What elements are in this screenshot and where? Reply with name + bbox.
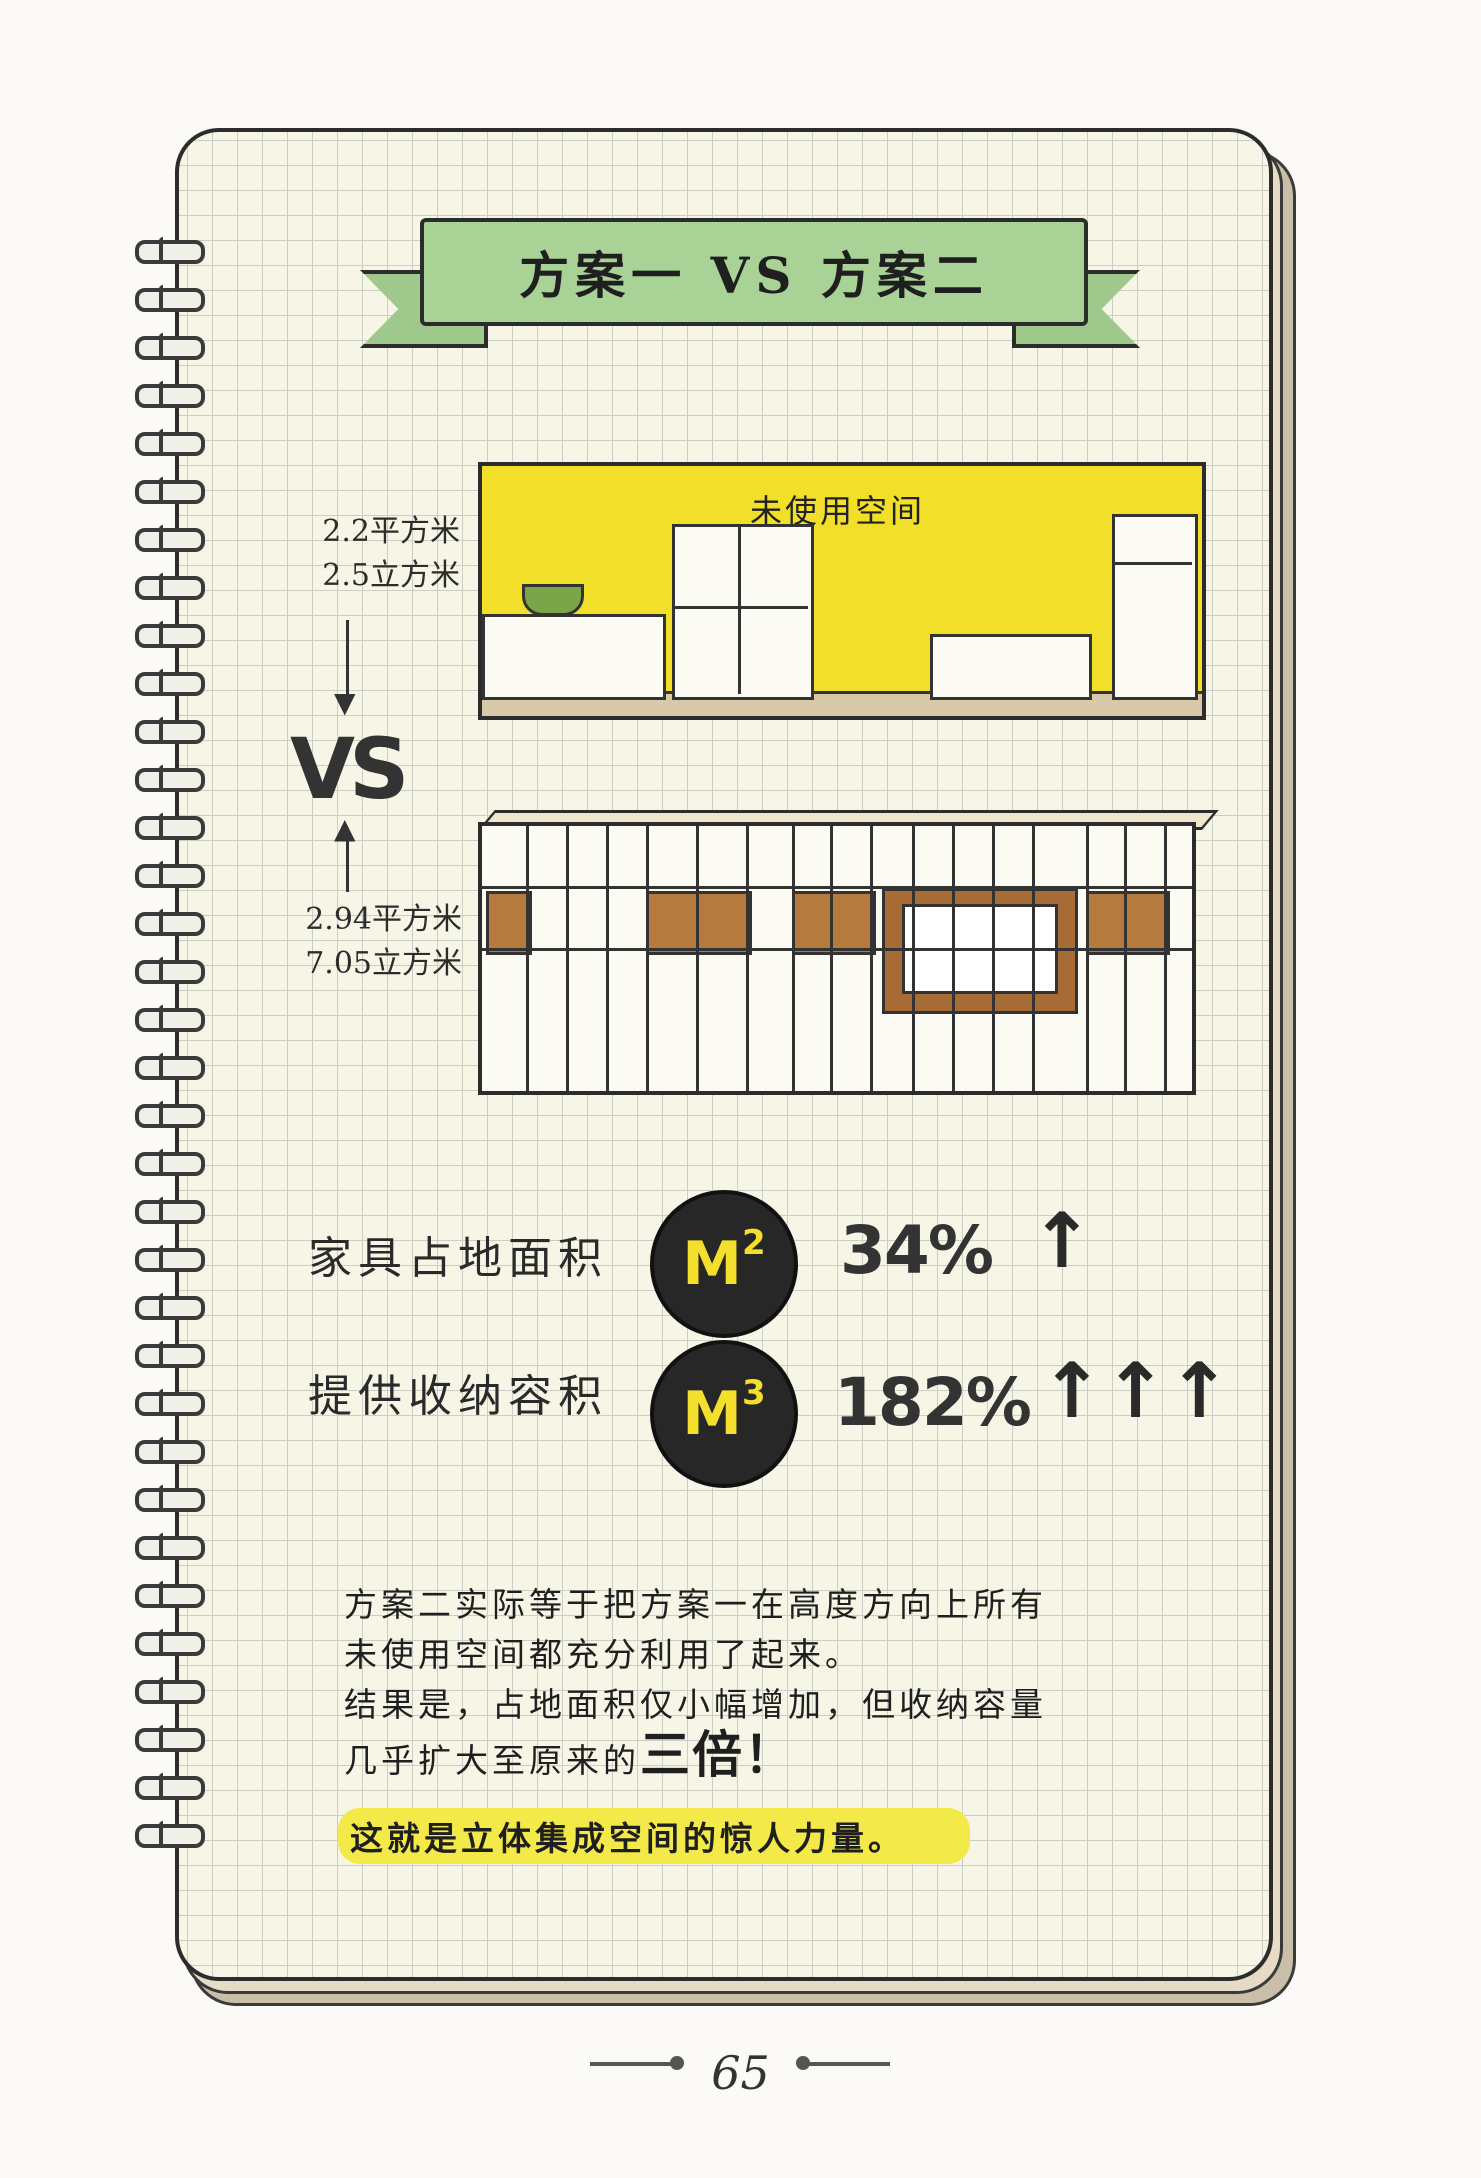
open-shelf-3 xyxy=(792,891,876,955)
banner-ribbon: 方案一 VS 方案二 xyxy=(420,218,1088,326)
cabinet-divider xyxy=(830,826,833,1091)
summary-paragraph: 方案二实际等于把方案一在高度方向上所有 未使用空间都充分利用了起来。 结果是，占… xyxy=(344,1580,1164,1786)
scheme-one-area: 2.2平方米 xyxy=(322,514,460,549)
cabinet-divider xyxy=(992,826,995,1091)
spiral-ring xyxy=(135,1053,205,1080)
spiral-ring xyxy=(135,1197,205,1224)
storage-volume-up-arrows-icon: ↑↑↑ xyxy=(1040,1346,1232,1435)
spiral-binding xyxy=(135,237,215,1880)
summary-line-2: 未使用空间都充分利用了起来。 xyxy=(344,1635,862,1674)
storage-volume-label: 提供收纳容积 xyxy=(308,1371,608,1422)
spiral-ring xyxy=(135,909,205,936)
spiral-ring xyxy=(135,1533,205,1560)
arrow-up-line xyxy=(346,830,349,892)
spiral-ring xyxy=(135,477,205,504)
summary-line-4: 几乎扩大至原来的三倍！ xyxy=(344,1730,1164,1786)
cabinet-divider xyxy=(606,826,609,1091)
spiral-ring xyxy=(135,1773,205,1800)
spiral-ring xyxy=(135,237,205,264)
scheme-two-illustration xyxy=(478,822,1196,1095)
cabinet-divider xyxy=(870,826,873,1091)
plant-pot-icon xyxy=(522,584,584,616)
spiral-ring xyxy=(135,717,205,744)
cabinet-divider xyxy=(912,826,915,1091)
open-shelf-2 xyxy=(646,891,752,955)
badge-cubic-meter: M3 xyxy=(650,1340,798,1488)
cabinet-divider xyxy=(566,826,569,1091)
spiral-ring xyxy=(135,1437,205,1464)
badge-square-meter: M2 xyxy=(650,1190,798,1338)
spiral-ring xyxy=(135,1821,205,1848)
cabinet-divider xyxy=(696,826,699,1091)
highlight-sentence: 这就是立体集成空间的惊人力量。 xyxy=(350,1819,905,1858)
spiral-ring xyxy=(135,1677,205,1704)
ornament-right xyxy=(800,2062,890,2066)
spiral-ring xyxy=(135,1293,205,1320)
spiral-ring xyxy=(135,813,205,840)
vs-label: VS xyxy=(290,720,409,818)
cabinet-divider xyxy=(952,826,955,1091)
spiral-ring xyxy=(135,1581,205,1608)
spiral-ring xyxy=(135,1341,205,1368)
spiral-ring xyxy=(135,1629,205,1656)
cabinet-divider xyxy=(1164,826,1167,1091)
spiral-ring xyxy=(135,1389,205,1416)
spiral-ring xyxy=(135,525,205,552)
hutch-cabinet xyxy=(672,524,814,700)
spiral-ring xyxy=(135,1485,205,1512)
spiral-ring xyxy=(135,1725,205,1752)
spiral-ring xyxy=(135,957,205,984)
cabinet-divider xyxy=(646,826,649,1091)
spiral-ring xyxy=(135,1149,205,1176)
spiral-ring xyxy=(135,333,205,360)
scheme-one-volume: 2.5立方米 xyxy=(322,558,460,593)
cabinet-divider xyxy=(792,826,795,1091)
hutch-divider-v xyxy=(738,524,741,694)
spiral-ring xyxy=(135,429,205,456)
scheme-two-stats: 2.94平方米 7.05立方米 xyxy=(240,898,462,986)
spiral-ring xyxy=(135,765,205,792)
scheme-two-volume: 7.05立方米 xyxy=(305,946,462,981)
arrow-up-icon: ▲ xyxy=(334,812,356,845)
spiral-ring xyxy=(135,1101,205,1128)
low-cabinet-left xyxy=(482,614,666,700)
summary-line-3: 结果是，占地面积仅小幅增加，但收纳容量 xyxy=(344,1685,1047,1724)
spiral-ring xyxy=(135,1005,205,1032)
cabinet-divider xyxy=(1032,826,1035,1091)
cabinet-divider xyxy=(1124,826,1127,1091)
arrow-down-icon: ▼ xyxy=(334,686,356,719)
badge-cubic-meter-text: M3 xyxy=(682,1373,766,1449)
summary-emphasis: 三倍！ xyxy=(640,1725,796,1784)
spiral-ring xyxy=(135,573,205,600)
title-banner: 方案一 VS 方案二 xyxy=(360,210,1140,350)
page-title: 方案一 VS 方案二 xyxy=(519,246,989,305)
tall-narrow-cabinet xyxy=(1112,514,1198,700)
cabinet-divider xyxy=(526,826,529,1091)
open-shelf-4 xyxy=(1086,891,1170,955)
narrow-divider xyxy=(1112,562,1192,565)
scheme-two-area: 2.94平方米 xyxy=(305,902,462,937)
badge-square-meter-text: M2 xyxy=(682,1223,766,1299)
scheme-one-stats: 2.2平方米 2.5立方米 xyxy=(250,510,460,598)
tv-stand xyxy=(930,634,1092,700)
spiral-ring xyxy=(135,381,205,408)
spiral-ring xyxy=(135,669,205,696)
storage-volume-percent: 182% xyxy=(834,1364,1032,1441)
page-number: 65 xyxy=(711,2046,770,2100)
summary-line-1: 方案二实际等于把方案一在高度方向上所有 xyxy=(344,1585,1047,1624)
spiral-ring xyxy=(135,285,205,312)
floor-area-up-arrow-icon: ↑ xyxy=(1030,1196,1094,1285)
spiral-ring xyxy=(135,621,205,648)
cabinet-divider xyxy=(746,826,749,1091)
cabinet-divider xyxy=(1086,826,1089,1091)
floor-area-label: 家具占地面积 xyxy=(308,1233,608,1284)
spiral-ring xyxy=(135,1245,205,1272)
floor-area-percent: 34% xyxy=(840,1212,994,1289)
spiral-ring xyxy=(135,861,205,888)
summary-line-4-prefix: 几乎扩大至原来的 xyxy=(344,1741,640,1780)
scheme-one-illustration: 未使用空间 xyxy=(478,462,1206,720)
